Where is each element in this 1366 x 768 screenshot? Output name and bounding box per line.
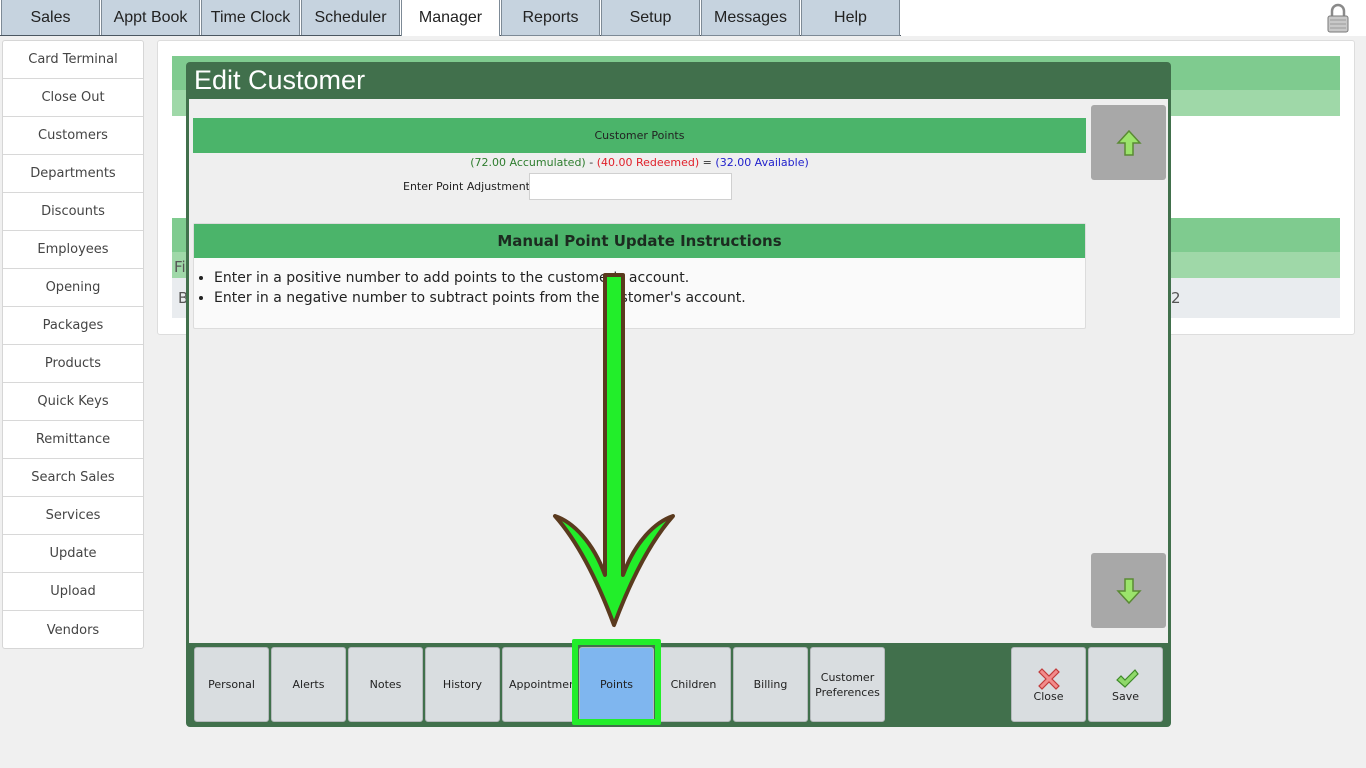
sidebar-item-update[interactable]: Update [3,535,143,573]
tab-children[interactable]: Children [656,647,731,722]
sidebar-item-card-terminal[interactable]: Card Terminal [3,41,143,79]
tab-alerts[interactable]: Alerts [271,647,346,722]
tab-appointments[interactable]: Appointments [502,647,577,722]
tab-help[interactable]: Help [801,0,900,36]
scroll-down-button[interactable] [1091,553,1166,628]
tab-label-line2: Preferences [815,685,880,699]
point-adjustment-input[interactable] [529,173,732,200]
tab-setup[interactable]: Setup [601,0,700,36]
tab-reports[interactable]: Reports [501,0,600,36]
sidebar-item-upload[interactable]: Upload [3,573,143,611]
top-nav: Sales Appt Book Time Clock Scheduler Man… [0,0,1366,36]
tab-customer-preferences[interactable]: Customer Preferences [810,647,885,722]
sidebar-item-departments[interactable]: Departments [3,155,143,193]
points-equals: = [699,156,716,169]
tab-manager[interactable]: Manager [401,0,500,36]
annotation-arrow-icon [553,273,675,627]
tab-scheduler[interactable]: Scheduler [301,0,400,36]
point-adjustment-label: Enter Point Adjustment: [403,180,534,193]
background-column-fragment: Fi [174,258,186,276]
sidebar-item-opening[interactable]: Opening [3,269,143,307]
tab-label-line1: Customer [820,670,875,684]
points-redeemed: (40.00 Redeemed) [596,156,700,169]
points-dash: - [585,156,597,169]
arrow-up-icon [1115,129,1142,156]
modal-title: Edit Customer [194,65,366,95]
sidebar-item-employees[interactable]: Employees [3,231,143,269]
sidebar-item-search-sales[interactable]: Search Sales [3,459,143,497]
sidebar: Card Terminal Close Out Customers Depart… [2,40,144,649]
sidebar-item-services[interactable]: Services [3,497,143,535]
lock-icon[interactable] [1326,3,1350,33]
tab-label: Billing [753,678,788,691]
sidebar-item-vendors[interactable]: Vendors [3,611,143,649]
points-summary: (72.00 Accumulated) - (40.00 Redeemed) =… [193,156,1086,169]
close-label: Close [1033,690,1064,703]
tab-label: Appointments [509,678,577,691]
tab-notes[interactable]: Notes [348,647,423,722]
tab-time-clock[interactable]: Time Clock [201,0,300,36]
points-available: (32.00 Available) [715,156,809,169]
tab-label: Children [670,678,717,691]
sidebar-item-discounts[interactable]: Discounts [3,193,143,231]
tab-billing[interactable]: Billing [733,647,808,722]
points-tab-highlight [572,639,661,725]
save-button[interactable]: Save [1088,647,1163,722]
tab-history[interactable]: History [425,647,500,722]
points-accumulated: (72.00 Accumulated) [470,156,586,169]
save-label: Save [1111,690,1139,703]
tab-sales[interactable]: Sales [1,0,100,36]
tab-personal[interactable]: Personal [194,647,269,722]
sidebar-item-quick-keys[interactable]: Quick Keys [3,383,143,421]
sidebar-item-packages[interactable]: Packages [3,307,143,345]
points-header: Customer Points [193,118,1086,153]
arrow-down-icon [1115,577,1142,604]
background-right-fragment: 2 [1171,289,1181,307]
checkmark-icon [1116,669,1139,688]
tab-appt-book[interactable]: Appt Book [101,0,200,36]
tab-label: Notes [369,678,402,691]
sidebar-item-remittance[interactable]: Remittance [3,421,143,459]
tab-label: Alerts [292,678,325,691]
instructions-title: Manual Point Update Instructions [194,224,1085,258]
tab-messages[interactable]: Messages [701,0,800,36]
tab-label: History [442,678,483,691]
sidebar-item-close-out[interactable]: Close Out [3,79,143,117]
close-icon [1038,668,1060,690]
scroll-up-button[interactable] [1091,105,1166,180]
sidebar-item-customers[interactable]: Customers [3,117,143,155]
sidebar-item-products[interactable]: Products [3,345,143,383]
tab-label: Personal [208,678,255,691]
close-button[interactable]: Close [1011,647,1086,722]
